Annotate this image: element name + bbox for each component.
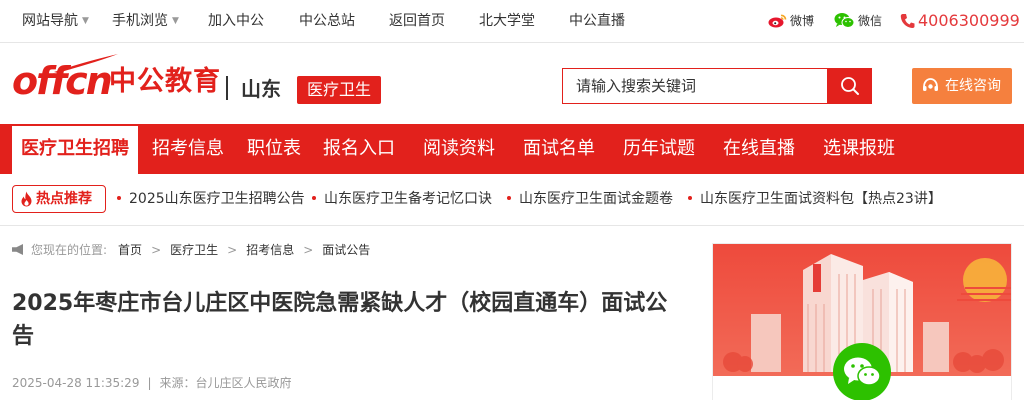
breadcrumb-separator: > <box>227 243 238 257</box>
wechat-link[interactable]: 微信 <box>834 0 882 42</box>
topbar-link-main-site[interactable]: 中公总站 <box>299 0 355 42</box>
breadcrumb-medical[interactable]: 医疗卫生 <box>170 243 218 257</box>
bullet-dot <box>507 196 511 200</box>
breadcrumb-exam-info[interactable]: 招考信息 <box>246 243 294 257</box>
meta-separator: | <box>147 376 152 390</box>
speaker-icon <box>12 244 23 255</box>
topbar-link-pku[interactable]: 北大学堂 <box>479 0 535 42</box>
article-source: 来源：台儿庄区人民政府 <box>159 376 292 390</box>
search-input[interactable] <box>563 69 827 103</box>
weibo-icon <box>768 14 787 28</box>
topbar-link-site-nav[interactable]: 网站导航 ▼ <box>22 0 89 42</box>
phone-icon <box>900 14 915 28</box>
nav-tab-medical-recruitment[interactable]: 医疗卫生招聘 <box>12 126 138 174</box>
region-name[interactable]: 山东 <box>241 74 281 104</box>
flame-icon <box>21 191 32 207</box>
article-title: 2025年枣庄市台儿庄区中医院急需紧缺人才（校园直通车）面试公告 <box>12 291 668 349</box>
hot-link[interactable]: 山东医疗卫生面试金题卷 <box>507 185 673 213</box>
main-nav: 医疗卫生招聘 招考信息 职位表 报名入口 阅读资料 面试名单 历年试题 在线直播… <box>0 124 1024 174</box>
channel-tag[interactable]: 医疗卫生 <box>297 76 381 104</box>
nav-tab-position-list[interactable]: 职位表 <box>247 124 301 174</box>
online-consult-button[interactable]: 在线咨询 <box>912 68 1012 104</box>
topbar-link-home[interactable]: 返回首页 <box>389 0 445 42</box>
hot-link-label: 山东医疗卫生备考记忆口诀 <box>324 191 492 207</box>
hot-link-label: 山东医疗卫生面试资料包【热点23讲】 <box>700 191 942 207</box>
headset-icon <box>923 78 938 91</box>
hot-recommend-badge: 热点推荐 <box>12 185 106 213</box>
nav-tab-registration[interactable]: 报名入口 <box>323 124 395 174</box>
hot-link-label: 山东医疗卫生面试金题卷 <box>519 191 673 207</box>
chevron-down-icon: ▼ <box>82 16 89 26</box>
hot-link[interactable]: 山东医疗卫生备考记忆口诀 <box>312 185 492 213</box>
wechat-float-button[interactable] <box>833 343 891 400</box>
wechat-icon <box>834 13 855 28</box>
nav-tab-courses[interactable]: 选课报班 <box>823 124 895 174</box>
topbar-link-live[interactable]: 中公直播 <box>569 0 625 42</box>
search-icon <box>840 77 859 95</box>
hotline-number[interactable]: 4006300999 <box>918 0 1020 42</box>
topbar-link-label: 手机浏览 <box>112 13 168 29</box>
top-utility-bar: 网站导航 ▼ 手机浏览 ▼ 加入中公 中公总站 返回首页 北大学堂 中公直播 微博 … <box>0 0 1024 43</box>
hot-link[interactable]: 2025山东医疗卫生招聘公告 <box>117 185 305 213</box>
nav-tab-interview-list[interactable]: 面试名单 <box>523 124 595 174</box>
hot-link-label: 2025山东医疗卫生招聘公告 <box>129 191 305 207</box>
nav-tab-exam-info[interactable]: 招考信息 <box>152 124 224 174</box>
topbar-link-label: 网站导航 <box>22 13 78 29</box>
online-consult-label: 在线咨询 <box>945 78 1001 94</box>
bullet-dot <box>117 196 121 200</box>
header-divider <box>226 76 228 100</box>
wechat-icon <box>844 357 881 386</box>
weibo-label: 微博 <box>790 14 815 28</box>
logo-chinese-name: 中公教育 <box>109 66 221 97</box>
hot-recommend-bar: 热点推荐 2025山东医疗卫生招聘公告 山东医疗卫生备考记忆口诀 山东医疗卫生面… <box>0 174 1024 226</box>
bullet-dot <box>688 196 692 200</box>
article-meta: 2025-04-28 11:35:29 | 来源：台儿庄区人民政府 <box>12 374 292 392</box>
article-datetime: 2025-04-28 11:35:29 <box>12 376 140 390</box>
breadcrumb-interview-notice[interactable]: 面试公告 <box>322 243 370 257</box>
nav-tab-past-papers[interactable]: 历年试题 <box>623 124 695 174</box>
search-button[interactable] <box>827 68 872 104</box>
weibo-link[interactable]: 微博 <box>768 0 814 42</box>
breadcrumb-separator: > <box>303 243 314 257</box>
nav-tab-reading[interactable]: 阅读资料 <box>423 124 495 174</box>
hot-recommend-label: 热点推荐 <box>36 191 92 207</box>
wechat-label: 微信 <box>858 14 883 28</box>
breadcrumb-separator: > <box>151 243 162 257</box>
breadcrumb: 您现在的位置: 首页 > 医疗卫生 > 招考信息 > 面试公告 <box>12 240 370 260</box>
nav-tab-live[interactable]: 在线直播 <box>723 124 795 174</box>
chevron-down-icon: ▼ <box>172 16 179 26</box>
topbar-link-mobile[interactable]: 手机浏览 ▼ <box>112 0 179 42</box>
breadcrumb-prefix: 您现在的位置: <box>31 243 108 257</box>
bullet-dot <box>312 196 316 200</box>
hot-link[interactable]: 山东医疗卫生面试资料包【热点23讲】 <box>688 185 942 213</box>
breadcrumb-home[interactable]: 首页 <box>118 243 142 257</box>
topbar-link-join[interactable]: 加入中公 <box>208 0 264 42</box>
search-box <box>562 68 872 104</box>
